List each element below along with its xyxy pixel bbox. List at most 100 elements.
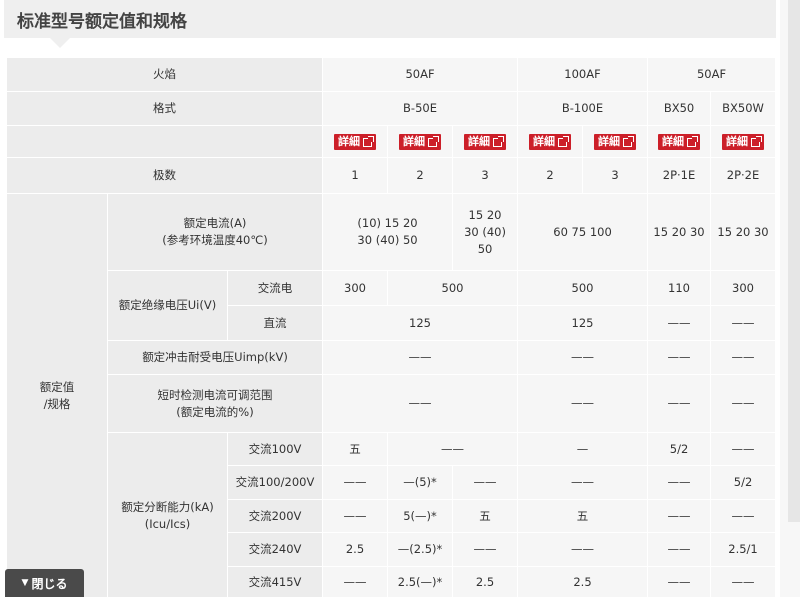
- page-title: 标准型号额定值和规格: [17, 12, 187, 32]
- cell-poles-2: 2: [387, 157, 454, 194]
- label-format: 格式: [6, 91, 324, 126]
- label-short-time: 短时检测电流可调范围 (额定电流的%): [106, 374, 324, 433]
- cell-short-b50: ——: [322, 374, 519, 433]
- cell-bk415-1: ——: [322, 566, 389, 597]
- label-details-blank: [6, 125, 324, 158]
- cell-ins-ac-b50-23: 500: [387, 270, 519, 306]
- table-row-short-time: 短时检测电流可调范围 (额定电流的%) —— —— —— ——: [7, 374, 775, 433]
- table-row-impulse: 额定冲击耐受电压Uimp(kV) —— —— —— ——: [7, 340, 775, 375]
- cell-flame-bx: 50AF: [647, 57, 775, 92]
- label-bk-100: 交流100V: [226, 432, 324, 466]
- cell-detail-6: 詳細: [647, 125, 712, 158]
- cell-poles-7: 2P·2E: [710, 157, 775, 194]
- label-ac: 交流电: [226, 270, 324, 306]
- cell-ins-dc-b50: 125: [322, 305, 519, 341]
- cell-ins-ac-b50-1: 300: [322, 270, 389, 306]
- close-button-label: 閉じる: [31, 576, 68, 591]
- cell-current-b50-3: 15 20 30 (40) 50: [452, 193, 519, 271]
- table-row-breaking-100: 额定分断能力(kA) (Icu/Ics) 交流100V 五 —— — 5/2 —…: [7, 432, 775, 597]
- cell-ins-ac-bx50w: 300: [710, 270, 775, 306]
- cell-bk415-3: 2.5: [452, 566, 519, 597]
- table-row-insulation-ac: 额定绝缘电压Ui(V) 交流电 300 500 500 110 300: [7, 270, 775, 341]
- cell-poles-4: 2: [517, 157, 584, 194]
- table-row-details: 詳細 詳細 詳細 詳細 詳細 詳細 詳細: [6, 125, 775, 158]
- cell-bk100-bx50: 5/2: [647, 432, 712, 466]
- detail-button-label: 詳細: [533, 135, 556, 148]
- cell-flame-b100: 100AF: [517, 57, 649, 92]
- cell-bk100-1: 五: [322, 432, 389, 466]
- cell-bk415-bx50: ——: [647, 566, 712, 597]
- label-bk-240: 交流240V: [226, 532, 324, 567]
- cell-poles-1: 1: [322, 157, 389, 194]
- cell-format-b100e: B-100E: [517, 91, 649, 126]
- cell-current-b100: 60 75 100: [517, 193, 649, 271]
- spec-table-container: 火焰 50AF 100AF 50AF 格式 B-50E B-100E BX50 …: [6, 57, 775, 597]
- detail-button-label: 詳細: [598, 135, 621, 148]
- cell-impulse-b50: ——: [322, 340, 519, 375]
- cell-current-bx50w: 15 20 30: [710, 193, 775, 271]
- label-rating-line2: /规格: [43, 397, 71, 411]
- label-rated-current-line1: 额定电流(A): [183, 216, 247, 230]
- cell-poles-3: 3: [452, 157, 519, 194]
- external-link-icon: [428, 135, 440, 147]
- close-button[interactable]: ▼ 閉じる: [5, 569, 84, 597]
- scrollbar-thumb[interactable]: [788, 0, 800, 522]
- label-rating-line1: 额定值: [39, 380, 75, 394]
- external-link-icon: [493, 135, 505, 147]
- current-b50-line2: 30 (40) 50: [357, 233, 418, 247]
- cell-bk100200-bx50: ——: [647, 465, 712, 500]
- label-rated-current: 额定电流(A) (参考环境温度40℃): [106, 193, 324, 271]
- label-breaking-line1: 额定分断能力(kA): [121, 499, 214, 514]
- triangle-down-icon: ▼: [21, 578, 29, 588]
- cell-bk240-b100: ——: [517, 532, 649, 567]
- label-rating-group: 额定值 /规格: [6, 193, 108, 597]
- cell-short-bx50w: ——: [710, 374, 775, 433]
- detail-button-b100e-3p[interactable]: 詳細: [594, 134, 637, 150]
- detail-button-b100e-2p[interactable]: 詳細: [529, 134, 572, 150]
- detail-button-bx50w[interactable]: 詳細: [722, 134, 765, 150]
- label-short-time-line1: 短时检测电流可调范围: [157, 387, 273, 402]
- detail-button-label: 詳細: [662, 135, 685, 148]
- cell-poles-6: 2P·1E: [647, 157, 712, 194]
- detail-button-label: 詳細: [338, 135, 361, 148]
- detail-button-bx50[interactable]: 詳細: [658, 134, 701, 150]
- cell-detail-4: 詳細: [517, 125, 584, 158]
- detail-button-b50e-2p[interactable]: 詳細: [399, 134, 442, 150]
- cell-format-bx50: BX50: [647, 91, 712, 126]
- cell-ins-dc-b100: 125: [517, 305, 649, 341]
- label-bk-415: 交流415V: [226, 566, 324, 597]
- cell-bk100-bx50w: ——: [710, 432, 775, 466]
- detail-button-b50e-1p[interactable]: 詳細: [334, 134, 377, 150]
- cell-bk200-2: 5(—)*: [387, 499, 454, 533]
- cell-bk200-bx50: ——: [647, 499, 712, 533]
- cell-detail-7: 詳細: [710, 125, 775, 158]
- table-row-rated-current: 额定值 /规格 额定电流(A) (参考环境温度40℃) (10) 15 20 3…: [6, 193, 775, 597]
- cell-format-bx50w: BX50W: [710, 91, 775, 126]
- cell-ins-dc-bx50w: ——: [710, 305, 775, 341]
- label-breaking: 额定分断能力(kA) (Icu/Ics): [107, 432, 228, 597]
- label-rated-current-line2: (参考环境温度40℃): [162, 233, 268, 247]
- detail-button-label: 詳細: [403, 135, 426, 148]
- current-b50-3-line2: 30 (40): [464, 224, 506, 239]
- external-link-icon: [751, 135, 763, 147]
- cell-bk100-b100: —: [517, 432, 649, 466]
- cell-bk240-3: ——: [452, 532, 519, 567]
- detail-button-b50e-3p[interactable]: 詳細: [464, 134, 507, 150]
- cell-bk240-1: 2.5: [322, 532, 389, 567]
- label-dc: 直流: [226, 305, 324, 341]
- label-impulse: 额定冲击耐受电压Uimp(kV): [106, 340, 324, 375]
- cell-bk415-bx50w: ——: [710, 566, 775, 597]
- cell-bk240-2: —(2.5)*: [387, 532, 454, 567]
- cell-bk415-2: 2.5(—)*: [387, 566, 454, 597]
- cell-flame-b50: 50AF: [322, 57, 519, 92]
- cell-bk240-bx50w: 2.5/1: [710, 532, 775, 567]
- label-short-time-line2: (额定电流的%): [176, 404, 254, 419]
- external-link-icon: [623, 135, 635, 147]
- cell-detail-1: 詳細: [322, 125, 389, 158]
- cell-bk200-1: ——: [322, 499, 389, 533]
- cell-poles-5: 3: [582, 157, 649, 194]
- cell-ins-ac-bx50: 110: [647, 270, 712, 306]
- cell-bk240-bx50: ——: [647, 532, 712, 567]
- table-row-poles: 极数 1 2 3 2 3 2P·1E 2P·2E: [6, 157, 775, 194]
- current-b50-3-line3: 50: [477, 241, 493, 256]
